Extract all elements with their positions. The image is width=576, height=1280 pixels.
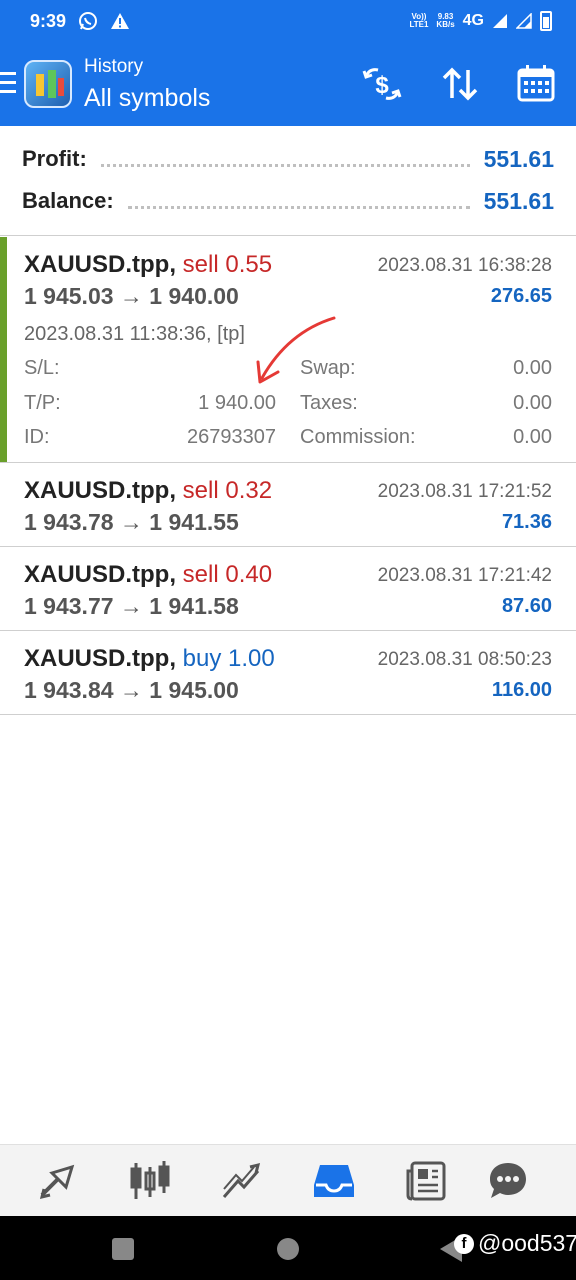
bottom-navigation	[0, 1144, 576, 1216]
commission-label: Commission:	[300, 426, 416, 448]
tp-value: 1 940.00	[198, 392, 276, 414]
signal-icon-2	[516, 13, 532, 29]
app-logo	[24, 60, 72, 108]
messages-icon[interactable]	[486, 1159, 530, 1203]
swap-value: 0.00	[513, 357, 552, 379]
deal-side: sell 0.55	[182, 251, 273, 278]
app-bar: History All symbols $	[0, 42, 576, 126]
deal-row[interactable]: XAUUSD.tpp, buy 1.00 2023.08.31 08:50:23…	[0, 631, 576, 715]
id-value: 26793307	[187, 426, 276, 448]
deal-symbol: XAUUSD.tpp,	[24, 645, 176, 672]
deal-side: sell 0.32	[182, 477, 273, 504]
taxes-value: 0.00	[513, 392, 552, 414]
sl-label: S/L:	[24, 357, 60, 379]
quotes-icon[interactable]	[36, 1159, 80, 1203]
profit-row: Profit: 551.61	[22, 142, 554, 176]
network-type: 4G	[462, 12, 484, 29]
warning-icon	[111, 13, 130, 29]
deal-open-time: 2023.08.31 11:38:36, [tp]	[24, 323, 245, 345]
annotation-arrow-icon	[256, 316, 336, 384]
deal-title: XAUUSD.tpp, sell 0.32	[24, 477, 272, 505]
network-speed: 9.83 KB/s	[436, 12, 455, 29]
dotted-leader	[100, 163, 470, 167]
profit-label: Profit:	[22, 146, 87, 171]
deal-title: XAUUSD.tpp, sell 0.40	[24, 561, 272, 589]
deal-prices: 1 943.84 → 1 945.00	[24, 677, 239, 703]
news-icon[interactable]	[404, 1159, 448, 1203]
taxes-label: Taxes:	[300, 392, 358, 414]
calendar-icon[interactable]	[514, 62, 558, 106]
clock: 9:39	[30, 10, 67, 31]
sort-icon[interactable]	[438, 62, 482, 106]
deal-title: XAUUSD.tpp, buy 1.00	[24, 645, 275, 673]
deal-close-time: 2023.08.31 17:21:42	[377, 565, 552, 586]
deposit-withdraw-icon[interactable]: $	[360, 62, 404, 106]
menu-icon[interactable]	[0, 72, 16, 94]
deal-profit: 276.65	[490, 285, 552, 307]
system-navigation: f @ood537	[0, 1216, 576, 1280]
commission-value: 0.00	[513, 426, 552, 448]
deal-side: buy 1.00	[182, 645, 275, 672]
balance-value: 551.61	[483, 187, 554, 214]
whatsapp-icon	[79, 12, 98, 30]
watermark-handle: @ood537	[478, 1230, 576, 1256]
signal-icon	[493, 14, 507, 28]
deal-prices: 1 943.78 → 1 941.55	[24, 509, 239, 535]
history-icon[interactable]	[312, 1159, 356, 1203]
deal-profit: 87.60	[501, 595, 552, 617]
battery-icon	[540, 11, 552, 31]
status-bar: 9:39 Vo)) LTE1 9.83 KB/s 4G	[0, 0, 576, 42]
account-summary: Profit: 551.61 Balance: 551.61	[0, 126, 576, 236]
deal-symbol: XAUUSD.tpp,	[24, 251, 176, 278]
chart-icon[interactable]	[128, 1159, 172, 1203]
home-button[interactable]	[277, 1238, 299, 1260]
deal-side: sell 0.40	[182, 561, 273, 588]
deal-prices: 1 945.03 → 1 940.00	[24, 283, 239, 309]
deal-symbol: XAUUSD.tpp,	[24, 561, 176, 588]
recents-button[interactable]	[112, 1238, 134, 1260]
deal-profit: 116.00	[491, 679, 552, 701]
page-title[interactable]: All symbols	[84, 84, 210, 113]
watermark: f @ood537	[454, 1230, 576, 1257]
id-label: ID:	[24, 426, 50, 448]
deal-title: XAUUSD.tpp, sell 0.55	[24, 251, 272, 279]
tp-label: T/P:	[24, 392, 61, 414]
deal-close-time: 2023.08.31 16:38:28	[377, 255, 552, 276]
deal-row[interactable]: XAUUSD.tpp, sell 0.32 2023.08.31 17:21:5…	[0, 463, 576, 547]
deal-prices: 1 943.77 → 1 941.58	[24, 593, 239, 619]
deal-symbol: XAUUSD.tpp,	[24, 477, 176, 504]
profit-value: 551.61	[483, 145, 554, 172]
deal-row[interactable]: XAUUSD.tpp, sell 0.40 2023.08.31 17:21:4…	[0, 547, 576, 631]
balance-label: Balance:	[22, 188, 114, 213]
deal-close-time: 2023.08.31 17:21:52	[377, 481, 552, 502]
trade-icon[interactable]	[220, 1159, 264, 1203]
volte-indicator: Vo)) LTE1	[409, 12, 429, 29]
deal-close-time: 2023.08.31 08:50:23	[377, 649, 552, 670]
balance-row: Balance: 551.61	[22, 184, 554, 218]
svg-text:$: $	[375, 72, 389, 99]
facebook-icon: f	[454, 1233, 474, 1254]
page-subtitle: History	[84, 56, 144, 77]
deal-profit: 71.36	[501, 511, 552, 533]
dotted-leader	[127, 205, 470, 209]
